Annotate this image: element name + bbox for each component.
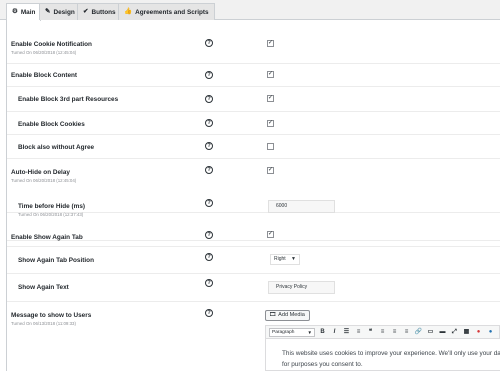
align-center-icon[interactable]: ≡ <box>390 328 399 337</box>
block-without-agree-checkbox[interactable] <box>267 143 274 150</box>
thumbs-up-icon: 👍 <box>124 7 133 15</box>
tab-bar: ⚙ Main ✎ Design ✔ Buttons 👍 Agreements a… <box>0 0 500 21</box>
bullet-list-icon[interactable]: ☰ <box>342 328 351 337</box>
tab-position-select[interactable]: Right ▼ <box>270 254 300 265</box>
help-icon[interactable]: ? <box>205 231 213 239</box>
toolbar-toggle-icon[interactable]: ▦ <box>462 328 471 337</box>
add-media-label: Add Media <box>278 312 305 318</box>
setting-label: Enable Block Cookies <box>18 121 85 128</box>
setting-row-cookie-notification: Enable Cookie Notification Turned On 06/… <box>7 21 500 64</box>
tab-label: Agreements and Scripts <box>135 8 209 16</box>
block-3rd-party-checkbox[interactable]: ✓ <box>267 95 274 102</box>
cookie-notification-checkbox[interactable]: ✓ <box>267 40 274 47</box>
plugin-icon-blue[interactable]: ● <box>486 328 495 337</box>
help-icon[interactable]: ? <box>205 142 213 150</box>
setting-label: Enable Block 3rd part Resources <box>18 96 119 103</box>
help-icon[interactable]: ? <box>205 253 213 261</box>
help-icon[interactable]: ? <box>205 166 213 174</box>
tab-main[interactable]: ⚙ Main <box>6 3 42 21</box>
setting-label: Enable Block Content <box>11 72 78 79</box>
setting-timestamp: Turned On 06/20/2018 (12:45:04) <box>11 50 77 55</box>
help-icon[interactable]: ? <box>205 71 213 79</box>
setting-label: Time before Hide (ms) <box>18 203 85 210</box>
link-icon[interactable]: 🔗 <box>414 328 423 337</box>
block-cookies-checkbox[interactable]: ✓ <box>267 120 274 127</box>
settings-panel: Enable Cookie Notification Turned On 06/… <box>6 21 500 371</box>
align-right-icon[interactable]: ≡ <box>402 328 411 337</box>
setting-label: Auto-Hide on Delay <box>11 169 70 176</box>
message-editor[interactable]: This website uses cookies to improve you… <box>265 338 500 371</box>
unlink-icon[interactable]: ▭ <box>426 328 435 337</box>
again-text-input[interactable]: Privacy Policy <box>268 281 335 294</box>
tab-label: Design <box>53 8 75 16</box>
tab-label: Buttons <box>91 8 116 16</box>
gear-icon: ⚙ <box>12 8 18 16</box>
setting-timestamp: Turned On 06/20/2018 (12:37:43) <box>18 212 84 217</box>
show-again-tab-checkbox[interactable]: ✓ <box>267 231 274 238</box>
blockquote-icon[interactable]: ❝ <box>366 328 375 337</box>
editor-content[interactable]: This website uses cookies to improve you… <box>282 348 500 370</box>
add-media-button[interactable]: 🎞 Add Media <box>265 310 310 321</box>
setting-label: Enable Cookie Notification <box>11 41 92 48</box>
help-icon[interactable]: ? <box>205 95 213 103</box>
setting-label: Block also without Agree <box>18 144 95 151</box>
fullscreen-icon[interactable]: ⤢ <box>450 328 459 337</box>
setting-row-block-cookies: Enable Block Cookies ? ✓ <box>7 112 500 135</box>
setting-row-block-3rd-party: Enable Block 3rd part Resources ? ✓ <box>7 87 500 112</box>
align-left-icon[interactable]: ≡ <box>378 328 387 337</box>
tab-label: Main <box>20 9 36 16</box>
format-select-value: Paragraph <box>272 329 295 335</box>
format-select[interactable]: Paragraph ▼ <box>269 327 315 337</box>
help-icon[interactable]: ? <box>205 119 213 127</box>
numbered-list-icon[interactable]: ≡ <box>354 328 363 337</box>
setting-row-tab-position: Show Again Tab Position ? Right ▼ <box>7 247 500 274</box>
read-more-icon[interactable]: ▬ <box>438 328 447 337</box>
tab-design[interactable]: ✎ Design <box>39 3 81 20</box>
pencil-icon: ✎ <box>45 7 51 15</box>
setting-timestamp: Turned On 06/13/2018 (11:09:33) <box>11 321 76 326</box>
help-icon[interactable]: ? <box>205 199 213 207</box>
help-icon[interactable]: ? <box>205 309 213 317</box>
setting-row-show-again-tab: Enable Show Again Tab ? ✓ <box>7 225 500 247</box>
check-circle-icon: ✔ <box>83 7 89 15</box>
settings-page: ⚙ Main ✎ Design ✔ Buttons 👍 Agreements a… <box>0 0 500 371</box>
editor-toolbar: Paragraph ▼ B I ☰ ≡ ❝ ≡ ≡ ≡ 🔗 ▭ ▬ ⤢ ▦ ● … <box>265 325 500 338</box>
setting-row-block-without-agree: Block also without Agree ? <box>7 135 500 159</box>
block-content-checkbox[interactable]: ✓ <box>267 71 274 78</box>
auto-hide-checkbox[interactable]: ✓ <box>267 167 274 174</box>
help-icon[interactable]: ? <box>205 279 213 287</box>
setting-row-block-content: Enable Block Content ? ✓ <box>7 64 500 87</box>
time-before-hide-input[interactable]: 6000 <box>268 200 335 213</box>
bold-icon[interactable]: B <box>318 328 327 337</box>
tab-agreements-and-scripts[interactable]: 👍 Agreements and Scripts <box>118 3 215 20</box>
caret-down-icon: ▼ <box>307 329 312 335</box>
setting-label: Enable Show Again Tab <box>11 234 83 241</box>
media-icon: 🎞 <box>269 312 277 318</box>
help-icon[interactable]: ? <box>205 39 213 47</box>
setting-timestamp: Turned On 06/20/2018 (12:45:04) <box>11 178 77 183</box>
tab-buttons[interactable]: ✔ Buttons <box>77 3 122 20</box>
setting-label: Message to show to Users <box>11 312 92 319</box>
caret-down-icon: ▼ <box>291 256 296 262</box>
setting-label: Show Again Tab Position <box>18 257 94 264</box>
italic-icon[interactable]: I <box>330 328 339 337</box>
plugin-icon-red[interactable]: ● <box>474 328 483 337</box>
setting-row-again-text: Show Again Text ? Privacy Policy <box>7 274 500 302</box>
tab-position-value: Right <box>274 256 286 262</box>
setting-label: Show Again Text <box>18 284 69 291</box>
